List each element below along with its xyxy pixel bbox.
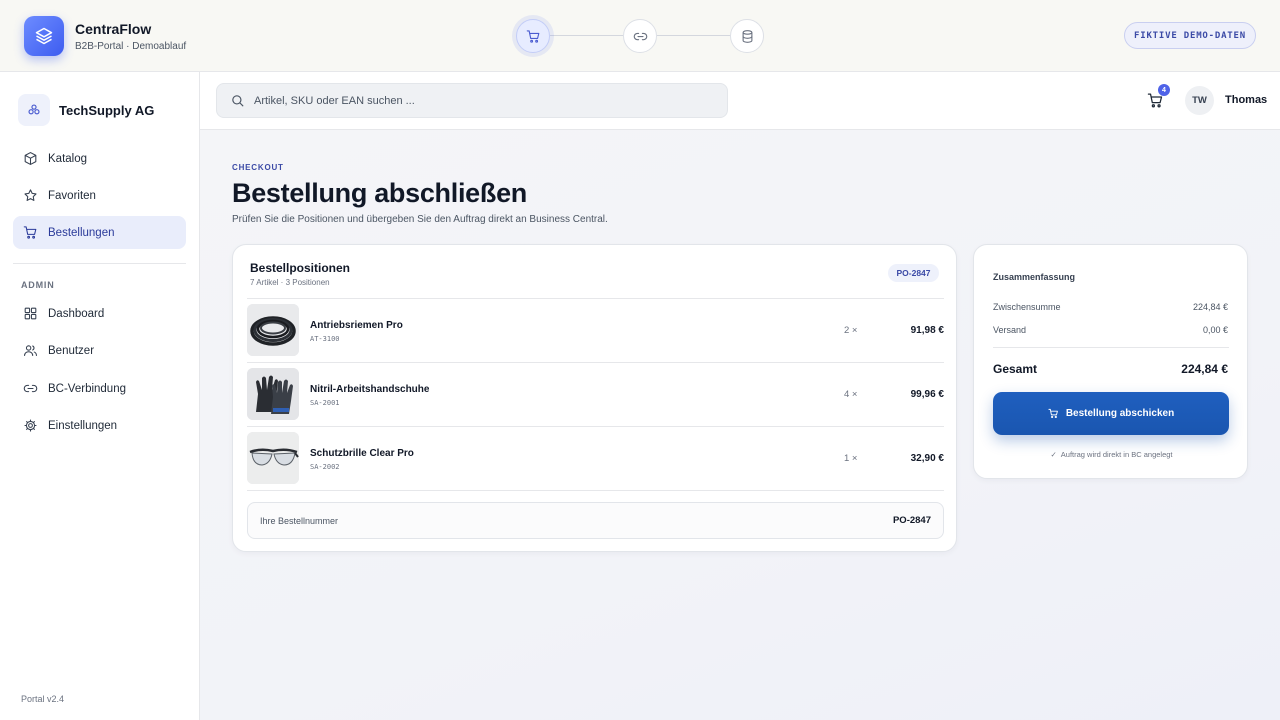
order-item-row[interactable]: Nitril-Arbeitshandschuhe SA-2001 4 × 99,…	[247, 368, 944, 420]
row-divider	[247, 490, 944, 491]
summary-divider	[993, 347, 1229, 348]
product-thumbnail-belt	[247, 304, 299, 356]
item-sku: SA-2002	[310, 463, 340, 471]
page-title: Bestellung abschließen	[232, 178, 527, 208]
item-name: Antriebsriemen Pro	[310, 320, 403, 331]
item-price: 99,96 €	[910, 389, 944, 400]
total-label: Gesamt	[993, 362, 1038, 376]
summary-title: Zusammenfassung	[993, 272, 1076, 282]
subtotal-label: Zwischensumme	[993, 302, 1061, 312]
sidebar-item-label: BC-Verbindung	[48, 382, 126, 395]
sidebar-item-favoriten[interactable]: Favoriten	[13, 179, 186, 212]
po-number-value[interactable]: PO-2847	[893, 515, 931, 526]
check-icon: ✓	[1050, 450, 1057, 459]
progress-step-database[interactable]	[730, 19, 764, 53]
order-item-row[interactable]: Antriebsriemen Pro AT-3100 2 × 91,98 €	[247, 304, 944, 356]
cart-count-badge: 4	[1158, 84, 1170, 96]
sidebar-item-benutzer[interactable]: Benutzer	[13, 334, 186, 367]
product-thumbnail-glasses	[247, 432, 299, 484]
item-name: Nitril-Arbeitshandschuhe	[310, 384, 430, 395]
sidebar-item-label: Dashboard	[48, 307, 105, 320]
item-quantity: 2 ×	[844, 325, 858, 336]
sidebar-item-label: Favoriten	[48, 189, 96, 202]
top-bar: CentraFlow B2B-Portal · Demoablauf FIKTI…	[0, 0, 1280, 72]
progress-connector	[550, 35, 623, 36]
progress-step-cart[interactable]	[516, 19, 550, 53]
item-name: Schutzbrille Clear Pro	[310, 448, 414, 459]
gear-icon	[22, 418, 38, 434]
avatar[interactable]: TW	[1185, 86, 1214, 115]
database-icon	[742, 29, 752, 43]
sidebar-item-label: Einstellungen	[48, 419, 118, 432]
brand-name: CentraFlow	[75, 21, 152, 37]
admin-section-label: ADMIN	[21, 280, 55, 290]
layers-logo-icon[interactable]	[24, 16, 64, 56]
company-name: TechSupply AG	[59, 103, 155, 118]
item-price: 32,90 €	[910, 453, 944, 464]
progress-connector	[657, 35, 731, 36]
search-icon	[232, 95, 244, 107]
search-input[interactable]	[254, 94, 694, 107]
users-icon	[22, 343, 38, 359]
sidebar-item-einstellungen[interactable]: Einstellungen	[13, 409, 186, 442]
portal-version: Portal v2.4	[21, 694, 65, 704]
link-icon	[633, 32, 647, 40]
grid-icon	[22, 306, 38, 322]
brand-subtitle: B2B-Portal · Demoablauf	[75, 41, 187, 52]
order-items-card: Bestellpositionen 7 Artikel · 3 Position…	[232, 244, 957, 552]
header: 4 TW Thomas	[200, 72, 1280, 130]
progress-step-link[interactable]	[623, 19, 657, 53]
sidebar-item-label: Katalog	[48, 152, 88, 165]
cart-icon	[1048, 408, 1059, 419]
cart-icon	[526, 29, 539, 43]
row-divider	[247, 426, 944, 427]
item-quantity: 4 ×	[844, 389, 858, 400]
sidebar-item-bestellungen[interactable]: Bestellungen	[13, 216, 186, 249]
link-icon	[22, 381, 38, 397]
submit-order-button[interactable]: Bestellung abschicken	[993, 392, 1229, 435]
submit-order-label: Bestellung abschicken	[1065, 408, 1175, 419]
star-icon	[22, 188, 38, 204]
submit-hint-text: Auftrag wird direkt in BC angelegt	[1060, 450, 1173, 459]
sidebar-item-bc-verbindung[interactable]: BC-Verbindung	[13, 372, 186, 405]
order-summary-card: Zusammenfassung Zwischensumme 224,84 € V…	[973, 244, 1248, 479]
search-box[interactable]	[216, 83, 728, 118]
shipping-label: Versand	[993, 325, 1027, 335]
sidebar-item-label: Bestellungen	[48, 226, 115, 239]
demo-data-badge: FIKTIVE DEMO-DATEN	[1124, 22, 1256, 49]
order-item-row[interactable]: Schutzbrille Clear Pro SA-2002 1 × 32,90…	[247, 432, 944, 484]
row-divider	[247, 362, 944, 363]
main-content: CHECKOUT Bestellung abschließen Prüfen S…	[200, 130, 1280, 720]
sidebar-item-label: Benutzer	[48, 344, 95, 357]
cart-icon	[22, 225, 38, 241]
order-items-title: Bestellpositionen	[250, 261, 351, 275]
item-price: 91,98 €	[910, 325, 944, 336]
sidebar: TechSupply AG Katalog Favoriten Bestellu…	[0, 72, 200, 720]
shipping-value: 0,00 €	[1202, 325, 1228, 335]
sidebar-item-katalog[interactable]: Katalog	[13, 142, 186, 175]
item-sku: AT-3100	[310, 335, 340, 343]
company-logo-icon	[18, 94, 50, 126]
item-quantity: 1 ×	[844, 453, 858, 464]
order-items-subtitle: 7 Artikel · 3 Positionen	[250, 278, 330, 287]
row-divider	[247, 298, 944, 299]
page-description: Prüfen Sie die Positionen und übergeben …	[232, 214, 608, 225]
submit-hint: ✓ Auftrag wird direkt in BC angelegt	[974, 450, 1249, 459]
sidebar-item-dashboard[interactable]: Dashboard	[13, 297, 186, 330]
box-icon	[22, 151, 38, 167]
product-thumbnail-gloves	[247, 368, 299, 420]
po-number-label: Ihre Bestellnummer	[260, 516, 339, 526]
item-sku: SA-2001	[310, 399, 340, 407]
user-name[interactable]: Thomas	[1225, 94, 1267, 106]
page-eyebrow: CHECKOUT	[232, 163, 284, 172]
po-number-badge: PO-2847	[888, 264, 939, 282]
total-value: 224,84 €	[1181, 362, 1228, 376]
po-number-field[interactable]: Ihre Bestellnummer PO-2847	[247, 502, 944, 539]
subtotal-value: 224,84 €	[1192, 302, 1228, 312]
sidebar-divider	[13, 263, 186, 264]
